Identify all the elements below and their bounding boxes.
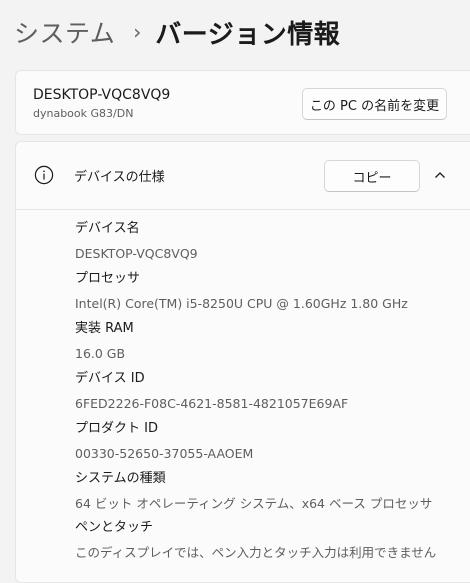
device-name-card: DESKTOP-VQC8VQ9 dynabook G83/DN この PC の名…: [15, 70, 470, 135]
copy-button[interactable]: コピー: [324, 160, 420, 192]
spec-device-name: デバイス名 DESKTOP-VQC8VQ9: [75, 221, 198, 262]
spec-value: 6FED2226-F08C-4621-8581-4821057E69AF: [75, 396, 349, 411]
device-specs-card: デバイスの仕様 コピー デバイス名 DESKTOP-VQC8VQ9 プロセッサ …: [15, 141, 470, 583]
spec-label: デバイス ID: [75, 371, 145, 386]
info-icon: [34, 165, 54, 185]
spec-label: プロセッサ: [75, 271, 141, 286]
spec-label: ペンとタッチ: [75, 520, 154, 535]
spec-value: 00330-52650-37055-AAOEM: [75, 446, 254, 461]
page-title: バージョン情報: [155, 19, 341, 50]
device-specs-title: デバイスの仕様: [74, 170, 165, 185]
spec-label: システムの種類: [75, 471, 166, 486]
device-specs-header[interactable]: デバイスの仕様 コピー: [16, 142, 470, 210]
device-name: DESKTOP-VQC8VQ9: [33, 87, 171, 103]
spec-ram: 実装 RAM 16.0 GB: [75, 321, 134, 362]
breadcrumb-separator: ›: [133, 20, 142, 44]
spec-value: このディスプレイでは、ペン入力とタッチ入力は利用できません: [75, 545, 437, 560]
spec-label: 実装 RAM: [75, 321, 134, 336]
spec-processor: プロセッサ Intel(R) Core(TM) i5-8250U CPU @ 1…: [75, 271, 408, 312]
spec-value: 16.0 GB: [75, 346, 126, 361]
spec-value: DESKTOP-VQC8VQ9: [75, 246, 198, 261]
spec-product-id: プロダクト ID 00330-52650-37055-AAOEM: [75, 421, 253, 462]
spec-label: プロダクト ID: [75, 421, 158, 436]
spec-system-type: システムの種類 64 ビット オペレーティング システム、x64 ベース プロセ…: [75, 471, 432, 512]
rename-pc-button[interactable]: この PC の名前を変更: [302, 88, 447, 120]
spec-value: Intel(R) Core(TM) i5-8250U CPU @ 1.60GHz…: [75, 296, 408, 311]
spec-value: 64 ビット オペレーティング システム、x64 ベース プロセッサ: [75, 496, 433, 511]
spec-device-id: デバイス ID 6FED2226-F08C-4621-8581-4821057E…: [75, 371, 348, 412]
spec-label: デバイス名: [75, 221, 140, 236]
spec-pen-touch: ペンとタッチ このディスプレイでは、ペン入力とタッチ入力は利用できません: [75, 520, 436, 561]
breadcrumb-parent[interactable]: システム: [14, 14, 115, 50]
breadcrumb: システム › バージョン情報: [14, 14, 340, 50]
chevron-up-icon[interactable]: [434, 169, 446, 181]
device-model: dynabook G83/DN: [33, 107, 134, 120]
